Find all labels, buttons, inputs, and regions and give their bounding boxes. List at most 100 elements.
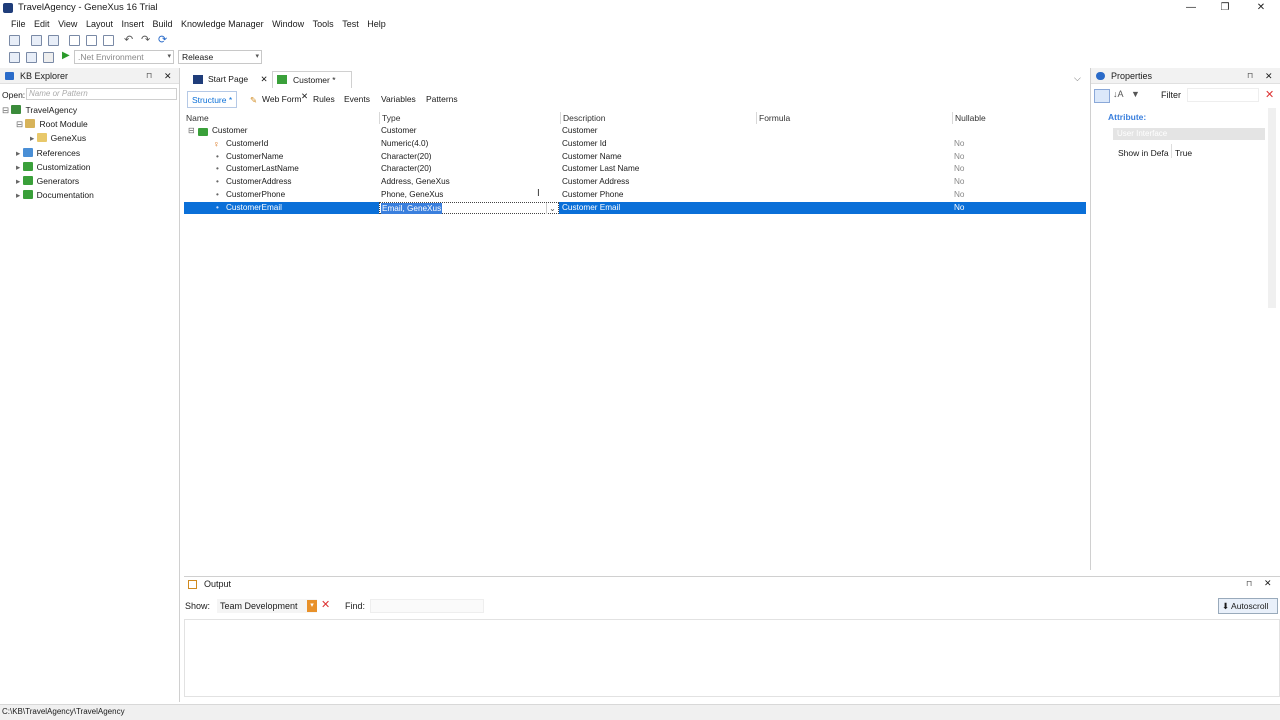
categorized-view-icon[interactable]	[1094, 89, 1110, 103]
filter-input[interactable]	[1187, 88, 1259, 102]
environment-select-value: .Net Environment	[78, 52, 144, 62]
tree-node-travelagency[interactable]: ⊟ TravelAgency	[2, 105, 77, 116]
attribute-name: Customer	[212, 126, 248, 135]
menu-test[interactable]: Test	[339, 16, 362, 32]
minimize-icon[interactable]: —	[1176, 1, 1206, 15]
close-panel-icon[interactable]: ✕	[1265, 68, 1273, 84]
tab-rules[interactable]: Rules	[309, 91, 339, 108]
tree-node-customization[interactable]: ▸ Customization	[16, 162, 91, 173]
menu-edit[interactable]: Edit	[31, 16, 53, 32]
type-editor-input[interactable]: Email, GeneXus ⌄	[379, 201, 559, 215]
menu-help[interactable]: Help	[364, 16, 389, 32]
close-tab-icon[interactable]: ✕	[261, 74, 268, 84]
find-input[interactable]	[370, 599, 484, 613]
find-label: Find:	[345, 601, 366, 611]
menu-knowledge-manager[interactable]: Knowledge Manager	[178, 16, 267, 32]
menu-insert[interactable]: Insert	[118, 16, 147, 32]
menu-tools[interactable]: Tools	[310, 16, 337, 32]
run-icon[interactable]: ▶	[62, 50, 70, 61]
alphabetical-view-icon[interactable]: ↓A	[1113, 89, 1124, 99]
pin-icon[interactable]: ⊓	[1247, 68, 1253, 84]
tree-label: Customization	[36, 162, 91, 172]
show-select[interactable]: Team Development ▾	[217, 599, 317, 613]
structure-row[interactable]: • CustomerName Character(20) Customer Na…	[184, 151, 1086, 164]
window-title: TravelAgency - GeneXus 16 Trial	[18, 2, 158, 13]
tree-node-references[interactable]: ▸ References	[16, 148, 80, 159]
autoscroll-button[interactable]: ⬇ Autoscroll	[1218, 598, 1278, 614]
tab-list-chevron-icon[interactable]: ⌵	[1074, 73, 1081, 84]
column-header-type[interactable]: Type	[380, 112, 561, 124]
menu-bar: File Edit View Layout Insert Build Knowl…	[0, 16, 1280, 32]
properties-scrollbar[interactable]	[1268, 108, 1276, 308]
menu-layout[interactable]: Layout	[83, 16, 116, 32]
output-text-area[interactable]	[184, 619, 1280, 697]
attribute-description: Customer Name	[562, 151, 622, 161]
close-panel-icon[interactable]: ✕	[164, 68, 172, 84]
column-header-name[interactable]: Name	[184, 112, 380, 124]
menu-file[interactable]: File	[8, 16, 29, 32]
environment-select[interactable]: .Net Environment ▾	[74, 50, 174, 64]
folder-icon	[36, 133, 47, 142]
tab-variables[interactable]: Variables	[377, 91, 420, 108]
menu-build[interactable]: Build	[150, 16, 176, 32]
maximize-icon[interactable]: ❐	[1210, 1, 1240, 15]
tree-node-documentation[interactable]: ▸ Documentation	[16, 190, 94, 201]
refresh-icon[interactable]: ⟳	[158, 33, 167, 46]
clear-filter-icon[interactable]: ✕	[1265, 88, 1274, 101]
attribute-name: CustomerLastName	[226, 164, 299, 174]
generators-icon	[22, 176, 33, 185]
pin-icon[interactable]: ⊓	[146, 68, 152, 84]
configuration-select[interactable]: Release ▾	[178, 50, 262, 64]
collapse-icon[interactable]: ⊟	[188, 125, 195, 138]
save-all-icon[interactable]	[48, 35, 59, 46]
menu-window[interactable]: Window	[269, 16, 307, 32]
filter-icon[interactable]: ▼	[1131, 89, 1140, 99]
tab-patterns[interactable]: Patterns	[422, 91, 462, 108]
chevron-down-icon[interactable]: ⌄	[546, 202, 558, 214]
tree-node-genexus[interactable]: ▸ GeneXus	[30, 133, 86, 144]
build-all-icon[interactable]	[26, 52, 37, 63]
build-icon[interactable]	[9, 52, 20, 63]
tab-events[interactable]: Events	[340, 91, 374, 108]
attribute-description: Customer Last Name	[562, 164, 640, 174]
redo-icon[interactable]: ↷	[141, 33, 150, 46]
column-header-nullable[interactable]: Nullable	[953, 112, 1086, 124]
kb-path: C:\KB\TravelAgency\TravelAgency	[2, 707, 125, 716]
tab-customer[interactable]: Customer * ✕	[272, 71, 352, 101]
tree-node-generators[interactable]: ▸ Generators	[16, 176, 79, 187]
column-header-description[interactable]: Description	[561, 112, 757, 124]
tree-node-root-module[interactable]: ⊟ Root Module	[16, 119, 88, 130]
properties-icon	[1096, 72, 1105, 80]
paste-icon[interactable]	[103, 35, 114, 46]
save-icon[interactable]	[31, 35, 42, 46]
pin-icon[interactable]: ⊓	[1246, 579, 1252, 588]
property-value[interactable]: True	[1175, 148, 1192, 158]
attribute-bullet-icon: •	[216, 177, 219, 187]
new-object-icon[interactable]	[9, 35, 20, 46]
open-object-input[interactable]: Name or Pattern	[26, 88, 177, 100]
column-header-formula[interactable]: Formula	[757, 112, 953, 124]
close-window-icon[interactable]: ✕	[1246, 1, 1276, 15]
tab-start-page[interactable]: Start Page ✕	[188, 71, 270, 88]
property-group[interactable]: User Interface	[1113, 128, 1265, 140]
structure-row[interactable]: • CustomerPhone Phone, GeneXus Customer …	[184, 188, 1086, 202]
structure-row[interactable]: • CustomerLastName Character(20) Custome…	[184, 163, 1086, 176]
structure-row[interactable]: ⊟ Customer Customer Customer	[184, 125, 1086, 138]
close-panel-icon[interactable]: ✕	[1264, 578, 1272, 589]
transaction-icon	[277, 75, 287, 84]
tree-label: References	[36, 148, 81, 158]
copy-icon[interactable]	[86, 35, 97, 46]
clear-output-icon[interactable]: ✕	[321, 598, 330, 611]
tab-structure[interactable]: Structure *	[187, 91, 238, 108]
cancel-build-icon[interactable]	[43, 52, 54, 63]
structure-row[interactable]: • CustomerAddress Address, GeneXus Custo…	[184, 176, 1086, 189]
tab-web-form[interactable]: ✎ Web Form	[248, 91, 306, 108]
customization-icon	[22, 162, 33, 171]
transaction-level-icon	[198, 128, 208, 136]
attribute-description: Customer Email	[562, 202, 621, 212]
structure-row-selected[interactable]: • CustomerEmail Email, GeneXus ⌄ Custome…	[184, 201, 1086, 215]
cut-icon[interactable]	[69, 35, 80, 46]
undo-icon[interactable]: ↶	[124, 33, 133, 46]
structure-row[interactable]: ♀ CustomerId Numeric(4.0) Customer Id No	[184, 138, 1086, 151]
menu-view[interactable]: View	[55, 16, 80, 32]
